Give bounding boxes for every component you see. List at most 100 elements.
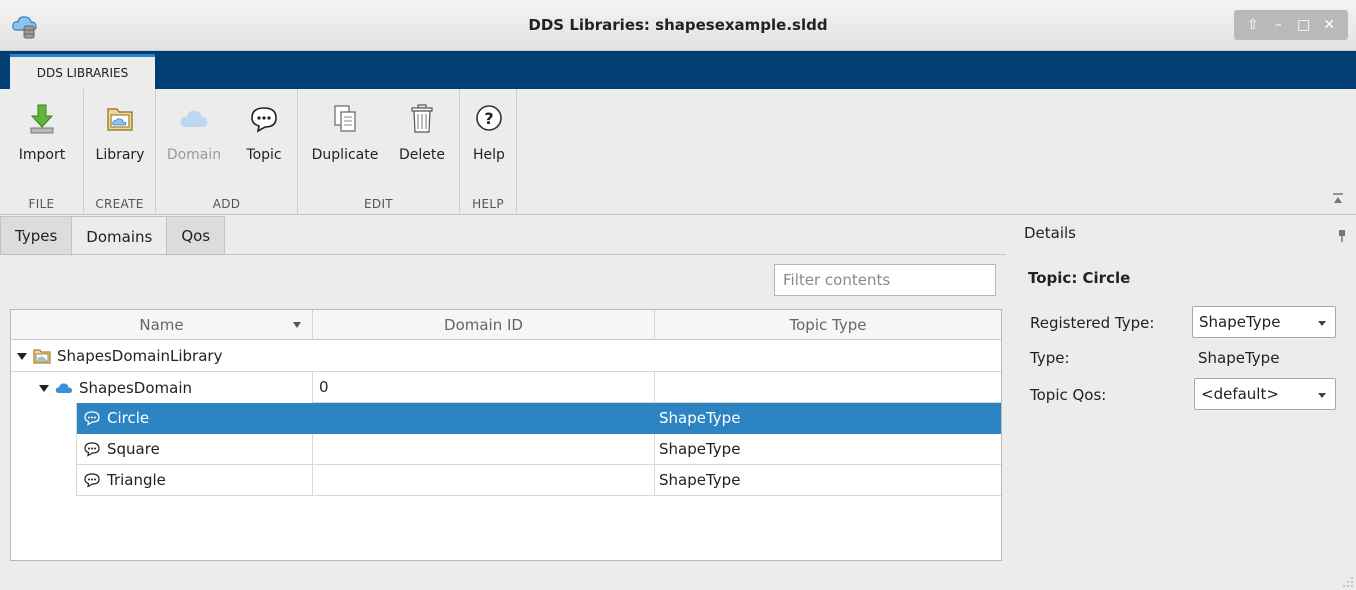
maximize-up-icon[interactable]: ⇧ [1242,14,1264,36]
chevron-down-icon [1318,321,1326,326]
table-row[interactable]: Triangle ShapeType [11,465,1001,496]
table-header: Name Domain ID Topic Type [11,310,1001,340]
row-topic-type-cell: ShapeType [655,465,1001,496]
group-label-add: ADD [212,197,241,211]
group-label-edit: EDIT [364,197,393,211]
group-label-help: HELP [472,197,504,211]
import-icon [30,104,54,134]
row-domain-id-cell: 0 [313,372,655,403]
duplicate-button[interactable]: Duplicate [310,97,380,177]
row-topic-type-cell: ShapeType [655,434,1001,465]
row-name-text: ShapesDomain [79,378,192,397]
ribbon-tab-dds-libraries[interactable]: DDS LIBRARIES [10,54,155,89]
tab-domains[interactable]: Domains [71,216,168,256]
title-bar[interactable]: DDS Libraries: shapesexample.sldd ⇧ – □ … [0,0,1356,51]
domain-cloud-icon [55,382,72,393]
topic-speech-bubble-icon [84,411,100,426]
row-name-text: Triangle [107,471,166,489]
sort-descending-icon [293,322,301,328]
help-button[interactable]: ? Help [461,97,517,177]
ribbon-tab-strip: DDS LIBRARIES [0,51,1356,89]
row-name-cell: Square [77,434,313,465]
topic-qos-label: Topic Qos: [1030,386,1107,404]
help-label: Help [473,147,505,163]
window-title: DDS Libraries: shapesexample.sldd [528,16,828,34]
domain-label: Domain [166,147,222,163]
delete-button[interactable]: Delete [394,97,450,177]
filter-contents-input[interactable] [774,264,996,296]
trash-icon [411,104,433,133]
row-name-cell: ShapesDomain [11,372,313,403]
topic-speech-bubble-icon [84,473,100,488]
topic-button[interactable]: Topic [236,97,292,177]
duplicate-label: Duplicate [311,147,379,163]
pin-icon[interactable] [1338,230,1346,242]
ribbon-group-file: Import FILE [0,89,84,215]
library-button[interactable]: Library [92,97,148,177]
import-button[interactable]: Import [14,97,70,177]
row-name-text: Square [107,440,160,458]
row-indent-cell [11,403,77,434]
dds-libraries-window: DDS Libraries: shapesexample.sldd ⇧ – □ … [0,0,1356,590]
details-title: Details [1024,224,1077,242]
group-label-create: CREATE [95,197,144,211]
expand-triangle-icon[interactable] [39,383,49,393]
row-topic-type-cell [655,372,1001,403]
tab-qos[interactable]: Qos [166,216,226,254]
type-label: Type: [1030,349,1070,367]
ribbon-group-help: ? Help HELP [460,89,517,215]
tab-types[interactable]: Types [0,216,73,254]
column-header-name-label: Name [139,316,184,334]
table-row[interactable]: ShapesDomainLibrary [11,341,1001,372]
table-row[interactable]: Circle ShapeType [11,403,1001,434]
delete-label: Delete [399,147,445,163]
help-question-icon: ? [476,105,502,131]
row-name-cell: Circle [77,403,313,434]
domain-cloud-icon [180,110,208,127]
registered-type-value: ShapeType [1199,313,1281,331]
column-header-topic-type[interactable]: Topic Type [655,310,1001,340]
library-folder-icon [107,108,133,131]
ribbon-group-edit: Duplicate Delete EDIT [298,89,460,215]
import-label: Import [18,147,66,163]
row-domain-id-cell [313,403,655,434]
library-folder-icon [33,349,51,364]
topic-qos-value: <default> [1201,385,1279,403]
row-name-cell: Triangle [77,465,313,496]
tab-divider [0,254,1006,255]
table-row[interactable]: ShapesDomain 0 [11,372,1001,403]
svg-text:?: ? [484,109,493,128]
registered-type-label: Registered Type: [1030,314,1155,332]
table-row[interactable]: Square ShapeType [11,434,1001,465]
library-browser-panel: Types Domains Qos Name Domain ID Topic T… [0,216,1006,590]
row-indent-cell [11,434,77,465]
maximize-icon[interactable]: □ [1293,14,1315,36]
ribbon-group-create: Library CREATE [84,89,156,215]
domains-tree-table: Name Domain ID Topic Type ShapesDomainLi… [10,309,1002,561]
duplicate-icon [334,105,356,132]
row-name-cell: ShapesDomainLibrary [11,341,1001,372]
topic-label: Topic [246,147,282,163]
column-header-name[interactable]: Name [11,310,313,340]
row-indent-cell [11,465,77,496]
domain-button[interactable]: Domain [166,97,222,177]
ribbon-toolbar: Import FILE Library CREATE Domain Topic … [0,89,1356,215]
ribbon-group-add: Domain Topic ADD [156,89,298,215]
details-heading: Topic: Circle [1028,269,1131,287]
topic-qos-select[interactable]: <default> [1194,378,1336,410]
minimize-icon[interactable]: – [1267,14,1289,36]
collapse-ribbon-icon[interactable] [1332,193,1344,205]
resize-grip-icon[interactable] [1340,574,1354,588]
topic-speech-bubble-icon [84,442,100,457]
chevron-down-icon [1318,393,1326,398]
row-name-text: Circle [107,409,150,427]
details-panel: Details Topic: Circle Registered Type: S… [1012,216,1356,590]
close-icon[interactable]: ✕ [1318,14,1340,36]
column-header-domain-id[interactable]: Domain ID [313,310,655,340]
library-label: Library [95,147,145,163]
registered-type-select[interactable]: ShapeType [1192,306,1336,338]
window-controls: ⇧ – □ ✕ [1234,10,1348,40]
browser-tabs: Types Domains Qos [0,216,226,256]
expand-triangle-icon[interactable] [17,351,27,361]
row-domain-id-cell [313,434,655,465]
